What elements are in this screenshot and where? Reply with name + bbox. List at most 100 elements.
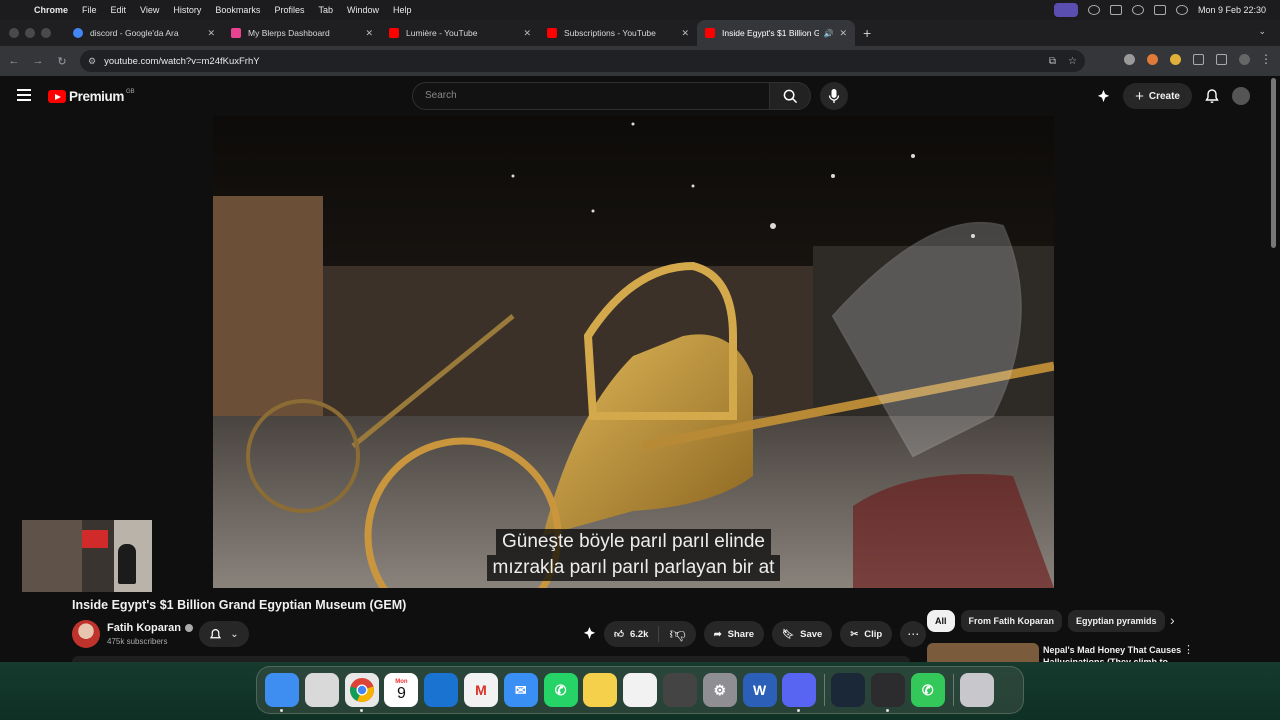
extension-icon[interactable] <box>1170 54 1181 65</box>
profile-avatar-icon[interactable] <box>1239 54 1250 65</box>
tab-subscriptions-youtube[interactable]: Subscriptions - YouTube ✕ <box>539 20 697 46</box>
like-button[interactable]: 👍︎ 6.2k <box>604 626 660 642</box>
youtube-premium-logo[interactable]: Premium GB <box>48 89 135 104</box>
keychain-icon[interactable] <box>662 673 697 707</box>
discord-icon[interactable] <box>782 673 817 712</box>
clip-button[interactable]: ✂ Clip <box>840 621 893 647</box>
menu-tab[interactable]: Tab <box>318 5 333 15</box>
reminders-icon[interactable] <box>623 673 658 707</box>
account-avatar[interactable] <box>1232 87 1250 105</box>
video-player[interactable]: Güneşte böyle parıl parıl elinde mızrakl… <box>213 116 1054 588</box>
extension-icon[interactable] <box>1147 54 1158 65</box>
chip-from-channel[interactable]: From Fatih Koparan <box>960 610 1063 632</box>
menu-profiles[interactable]: Profiles <box>274 5 304 15</box>
chip-egyptian-pyramids[interactable]: Egyptian pyramids <box>1068 610 1165 632</box>
subscribed-notifications-button[interactable]: ⌄ <box>199 621 249 647</box>
recommended-title[interactable]: Nepal's Mad Honey That Causes Hallucinat… <box>1043 644 1183 664</box>
menu-history[interactable]: History <box>173 5 201 15</box>
bookmark-star-icon[interactable]: ☆ <box>1068 56 1077 67</box>
chevron-down-icon: ⌄ <box>230 628 239 640</box>
chip-all[interactable]: All <box>927 610 955 632</box>
dislike-button[interactable]: 👎︎ <box>659 625 695 644</box>
page-scrollbar[interactable] <box>1271 78 1276 248</box>
chrome-icon[interactable] <box>344 673 379 712</box>
wifi-icon[interactable] <box>1131 5 1144 15</box>
chevron-right-icon[interactable]: › <box>1170 612 1175 628</box>
extensions-puzzle-icon[interactable] <box>1193 54 1204 65</box>
reading-list-icon[interactable] <box>1216 54 1227 65</box>
close-tab-icon[interactable]: ✕ <box>365 28 373 39</box>
menu-app-name[interactable]: Chrome <box>34 5 68 15</box>
back-button[interactable]: ← <box>4 55 24 67</box>
video-actions: 👍︎ 6.2k 👎︎ ➦ Share 🔖︎ Save ✂ Clip ⋯ <box>604 621 927 647</box>
site-info-icon[interactable]: ⚙ <box>88 56 96 67</box>
menu-help[interactable]: Help <box>393 5 412 15</box>
search-button[interactable] <box>769 82 811 110</box>
share-button[interactable]: ➦ Share <box>703 621 765 647</box>
trash-icon[interactable] <box>959 673 994 707</box>
minimize-window-button[interactable] <box>25 28 35 38</box>
speaker-icon[interactable]: 🔊 <box>823 29 833 38</box>
chrome-menu-icon[interactable]: ⋮ <box>1260 52 1272 66</box>
menu-file[interactable]: File <box>82 5 97 15</box>
tab-discord-search[interactable]: discord - Google'da Ara ✕ <box>65 20 223 46</box>
mail-icon[interactable]: ✉ <box>503 673 538 707</box>
ask-ai-sparkle-icon[interactable] <box>1096 89 1111 104</box>
play-status-icon[interactable] <box>1087 5 1100 15</box>
tab-search-chevron-icon[interactable]: ⌄ <box>1258 26 1266 37</box>
system-settings-icon[interactable]: ⚙ <box>702 673 737 707</box>
tab-inside-egypt-active[interactable]: Inside Egypt's $1 Billion G 🔊 ✕ <box>697 20 855 46</box>
siri-icon[interactable] <box>1175 5 1188 15</box>
screen-time-icon[interactable] <box>870 673 905 712</box>
word-icon[interactable]: W <box>742 673 777 707</box>
install-app-icon[interactable]: ⧉ <box>1049 56 1056 67</box>
calendar-icon[interactable]: Mon 9 <box>384 673 419 707</box>
tab-lumiere-youtube[interactable]: Lumière - YouTube ✕ <box>381 20 539 46</box>
gmail-icon[interactable]: M <box>463 673 498 707</box>
control-center-icon[interactable] <box>1153 5 1166 15</box>
close-tab-icon[interactable]: ✕ <box>839 28 847 39</box>
address-bar[interactable]: ⚙ youtube.com/watch?v=m24fKuxFrhY ⧉ ☆ <box>80 50 1085 72</box>
voice-search-button[interactable] <box>820 82 848 110</box>
tab-blerps-dashboard[interactable]: My Blerps Dashboard ✕ <box>223 20 381 46</box>
share-label: Share <box>727 628 755 640</box>
ask-sparkle-icon[interactable] <box>582 626 597 641</box>
menu-view[interactable]: View <box>140 5 159 15</box>
finder-icon[interactable] <box>265 673 299 712</box>
battery-icon[interactable] <box>1109 5 1122 15</box>
close-tab-icon[interactable]: ✕ <box>207 28 215 39</box>
menu-window[interactable]: Window <box>347 5 379 15</box>
whatsapp-icon[interactable]: ✆ <box>543 673 578 707</box>
notifications-bell-icon[interactable] <box>1204 88 1220 104</box>
search-input[interactable]: Search <box>412 82 770 110</box>
menubar-clock[interactable]: Mon 9 Feb 22:30 <box>1198 5 1266 15</box>
recommended-more-icon[interactable]: ⋮ <box>1183 643 1194 656</box>
tab-title: Inside Egypt's $1 Billion G <box>722 28 820 38</box>
close-window-button[interactable] <box>9 28 19 38</box>
notes-icon[interactable] <box>583 673 618 707</box>
phone-icon[interactable]: ✆ <box>910 673 945 707</box>
forward-button[interactable]: → <box>28 55 48 67</box>
guide-menu-icon[interactable] <box>17 89 31 101</box>
menu-edit[interactable]: Edit <box>111 5 127 15</box>
steam-icon[interactable] <box>831 673 866 707</box>
extension-icon[interactable] <box>1124 54 1135 65</box>
menu-bookmarks[interactable]: Bookmarks <box>215 5 260 15</box>
youtube-favicon-icon <box>389 28 399 38</box>
zoom-window-button[interactable] <box>41 28 51 38</box>
close-tab-icon[interactable]: ✕ <box>523 28 531 39</box>
screen-share-status-icon[interactable] <box>1053 3 1078 17</box>
channel-name[interactable]: Fatih Koparan <box>107 622 193 634</box>
channel-avatar[interactable] <box>72 620 100 648</box>
youtube-favicon-icon <box>547 28 557 38</box>
create-button[interactable]: + Create <box>1123 83 1192 109</box>
close-tab-icon[interactable]: ✕ <box>681 28 689 39</box>
save-button[interactable]: 🔖︎ Save <box>772 621 833 647</box>
url-text[interactable]: youtube.com/watch?v=m24fKuxFrhY <box>104 56 260 67</box>
more-actions-button[interactable]: ⋯ <box>900 621 927 647</box>
reload-button[interactable]: ↻ <box>52 55 72 68</box>
channel-name-text[interactable]: Fatih Koparan <box>107 622 181 634</box>
new-tab-button[interactable]: + <box>863 25 871 41</box>
outlook-icon[interactable] <box>424 673 459 707</box>
launchpad-icon[interactable] <box>304 673 339 707</box>
